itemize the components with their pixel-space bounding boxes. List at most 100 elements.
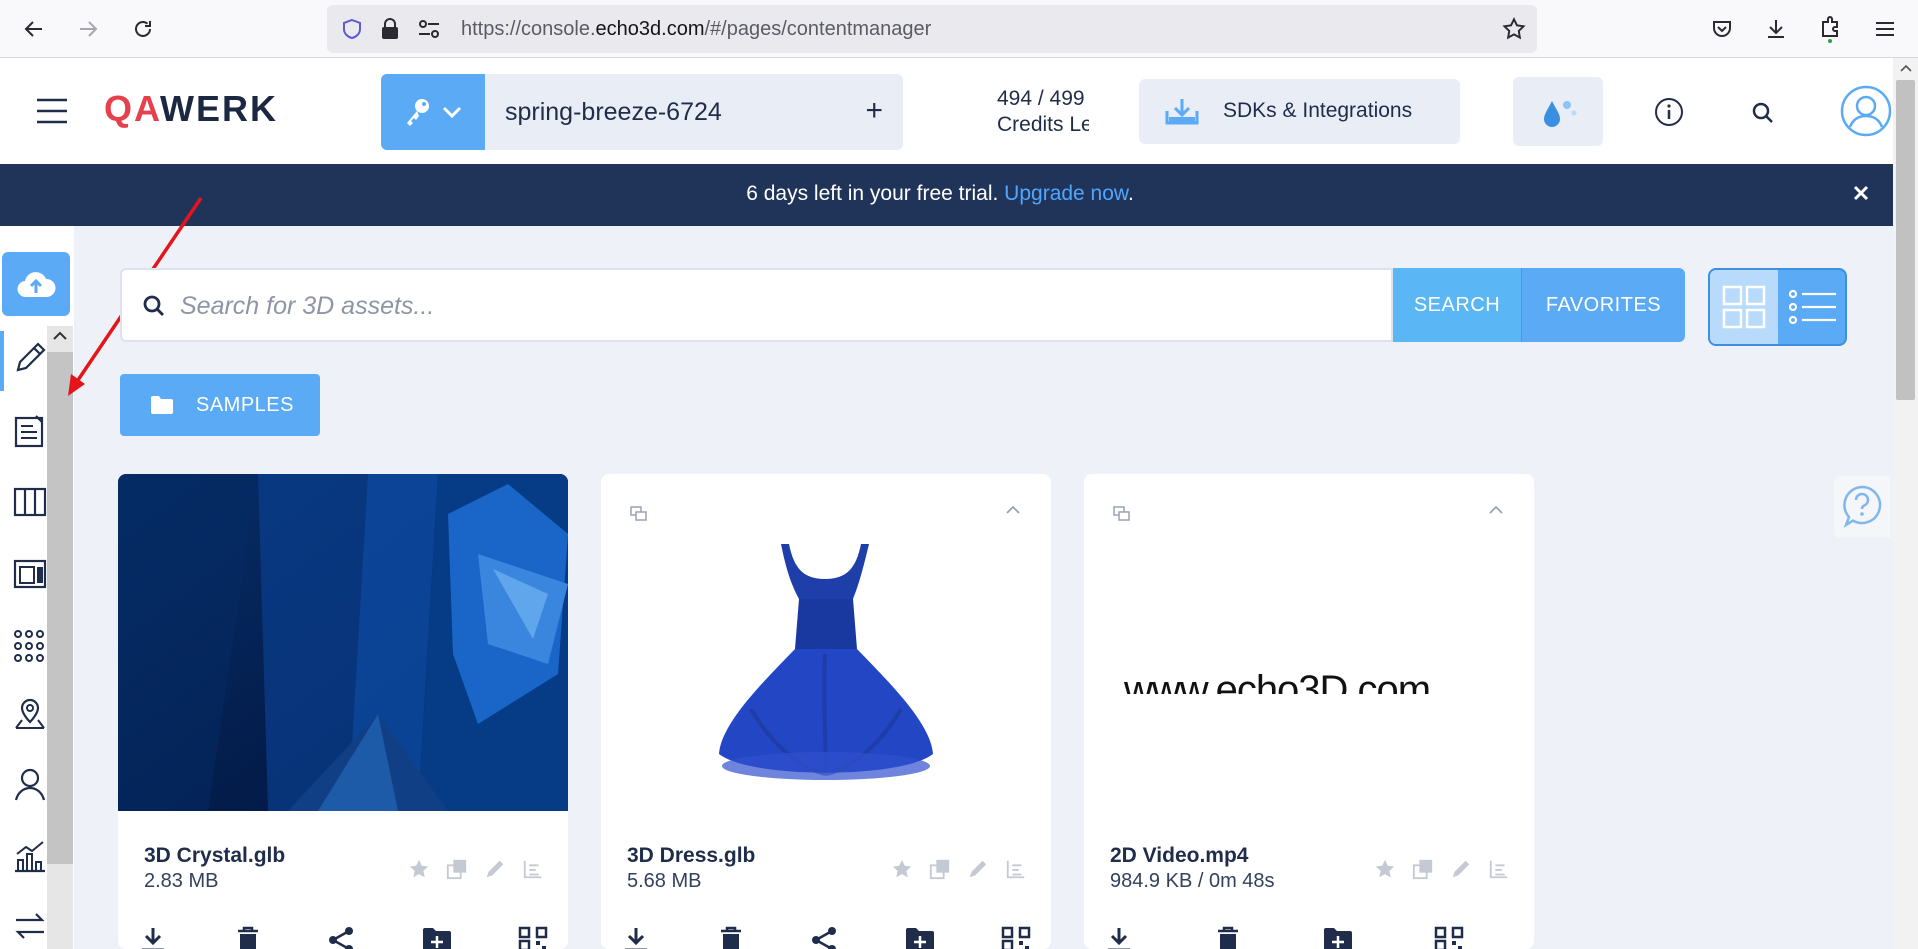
asset-card[interactable]: www.echo3D.com 2D Video.mp4 984.9 KB / 0…	[1084, 474, 1534, 949]
stats-icon[interactable]	[522, 858, 544, 880]
close-icon[interactable]	[1847, 179, 1875, 207]
asset-mini-actions	[1374, 858, 1510, 880]
favorite-star-icon[interactable]	[408, 858, 430, 880]
search-icon[interactable]	[1752, 102, 1774, 124]
apps-grid-icon[interactable]	[12, 628, 48, 664]
sidebar-scrollbar[interactable]	[47, 326, 73, 949]
credits-label: Credits Left	[997, 113, 1089, 136]
bookmark-star-icon[interactable]	[1501, 16, 1527, 42]
columns-icon[interactable]	[12, 484, 48, 520]
lock-icon[interactable]	[379, 17, 401, 41]
url-text[interactable]: https://console.echo3d.com/#/pages/conte…	[461, 18, 931, 41]
asset-mini-actions	[408, 858, 544, 880]
download-icon[interactable]	[1104, 926, 1134, 949]
asset-search-bar	[120, 268, 1393, 342]
chevron-up-icon[interactable]	[1005, 504, 1021, 516]
forward-icon[interactable]	[72, 13, 104, 45]
add-to-folder-icon[interactable]	[1323, 926, 1353, 949]
asset-preview-dress[interactable]	[601, 474, 1051, 811]
asset-search-input[interactable]	[180, 288, 1330, 324]
download-icon[interactable]	[1760, 13, 1792, 45]
key-icon	[404, 97, 432, 127]
project-selector[interactable]: spring-breeze-6724 +	[485, 74, 903, 150]
favorite-star-icon[interactable]	[891, 858, 913, 880]
folder-icon	[150, 395, 174, 415]
download-icon[interactable]	[138, 926, 168, 949]
upgrade-link[interactable]: Upgrade now	[1004, 182, 1128, 205]
asset-preview-video[interactable]: www.echo3D.com	[1084, 474, 1534, 811]
duplicate-icon[interactable]	[446, 858, 468, 880]
duplicate-icon[interactable]	[1412, 858, 1434, 880]
add-project-button[interactable]: +	[865, 94, 883, 128]
map-pin-icon[interactable]	[12, 696, 48, 732]
share-icon[interactable]	[327, 926, 355, 949]
url-path: /#/pages/contentmanager	[704, 18, 932, 40]
chevron-up-icon[interactable]	[1488, 504, 1504, 516]
url-bar[interactable]: https://console.echo3d.com/#/pages/conte…	[327, 5, 1537, 53]
menu-icon[interactable]	[1869, 13, 1901, 45]
add-to-folder-icon[interactable]	[905, 926, 935, 949]
sidebar-scroll-thumb[interactable]	[47, 352, 73, 864]
hamburger-icon[interactable]	[36, 98, 68, 124]
grid-view-button[interactable]	[1710, 270, 1778, 344]
stats-icon[interactable]	[1005, 858, 1027, 880]
asset-card[interactable]: 3D Crystal.glb 2.83 MB	[118, 474, 568, 949]
download-icon[interactable]	[621, 926, 651, 949]
api-key-button[interactable]	[381, 74, 485, 150]
qr-code-icon[interactable]	[1001, 926, 1031, 949]
drops-button[interactable]	[1513, 77, 1603, 146]
logo[interactable]: QAWERK	[104, 88, 278, 130]
permissions-icon[interactable]	[417, 18, 441, 40]
analytics-icon[interactable]	[12, 838, 48, 874]
transfer-icon[interactable]	[12, 908, 48, 944]
asset-title[interactable]: 3D Crystal.glb	[144, 844, 285, 868]
qr-code-icon[interactable]	[518, 926, 548, 949]
page-scroll-thumb[interactable]	[1896, 80, 1915, 400]
search-button[interactable]: SEARCH	[1393, 268, 1521, 342]
duplicate-icon[interactable]	[929, 858, 951, 880]
edit-icon[interactable]	[1450, 858, 1472, 880]
avatar-icon[interactable]	[1840, 85, 1892, 137]
info-icon[interactable]	[1654, 97, 1684, 127]
expand-icon[interactable]	[1112, 504, 1132, 524]
sdk-download-icon	[1165, 97, 1199, 127]
favorites-button[interactable]: FAVORITES	[1521, 268, 1685, 342]
help-button[interactable]	[1834, 476, 1890, 538]
asset-title[interactable]: 2D Video.mp4	[1110, 844, 1249, 868]
samples-folder-label: SAMPLES	[196, 393, 294, 416]
user-icon[interactable]	[12, 766, 48, 802]
qr-code-icon[interactable]	[1434, 926, 1464, 949]
favorite-star-icon[interactable]	[1374, 858, 1396, 880]
layout-icon[interactable]	[12, 556, 48, 592]
add-to-folder-icon[interactable]	[422, 926, 452, 949]
pocket-icon[interactable]	[1706, 13, 1738, 45]
delete-icon[interactable]	[1215, 926, 1241, 949]
edit-icon[interactable]	[484, 858, 506, 880]
note-icon[interactable]	[12, 412, 48, 448]
edit-icon[interactable]	[967, 858, 989, 880]
grid-view-icon	[1722, 285, 1766, 329]
shield-icon[interactable]	[340, 17, 364, 41]
sdk-integrations-button[interactable]: SDKs & Integrations	[1139, 79, 1460, 144]
asset-title[interactable]: 3D Dress.glb	[627, 844, 755, 868]
share-icon[interactable]	[810, 926, 838, 949]
stats-icon[interactable]	[1488, 858, 1510, 880]
back-icon[interactable]	[18, 13, 50, 45]
page-scrollbar[interactable]	[1893, 58, 1918, 949]
expand-icon[interactable]	[629, 504, 649, 524]
credits-counter: 494 / 499 Credits Left	[997, 86, 1089, 138]
asset-preview-crystal[interactable]	[118, 474, 568, 811]
video-preview-text: www.echo3D.com	[1124, 670, 1431, 694]
edit-icon[interactable]	[12, 340, 48, 376]
samples-folder-button[interactable]: SAMPLES	[120, 374, 320, 436]
asset-actions	[621, 926, 1031, 949]
delete-icon[interactable]	[235, 926, 261, 949]
delete-icon[interactable]	[718, 926, 744, 949]
chevron-down-icon	[442, 105, 462, 119]
list-view-button[interactable]	[1778, 270, 1845, 344]
extensions-icon[interactable]	[1814, 13, 1846, 45]
reload-icon[interactable]	[127, 13, 159, 45]
asset-card[interactable]: 3D Dress.glb 5.68 MB	[601, 474, 1051, 949]
project-name: spring-breeze-6724	[505, 98, 722, 126]
scroll-up-icon[interactable]	[1900, 64, 1912, 72]
